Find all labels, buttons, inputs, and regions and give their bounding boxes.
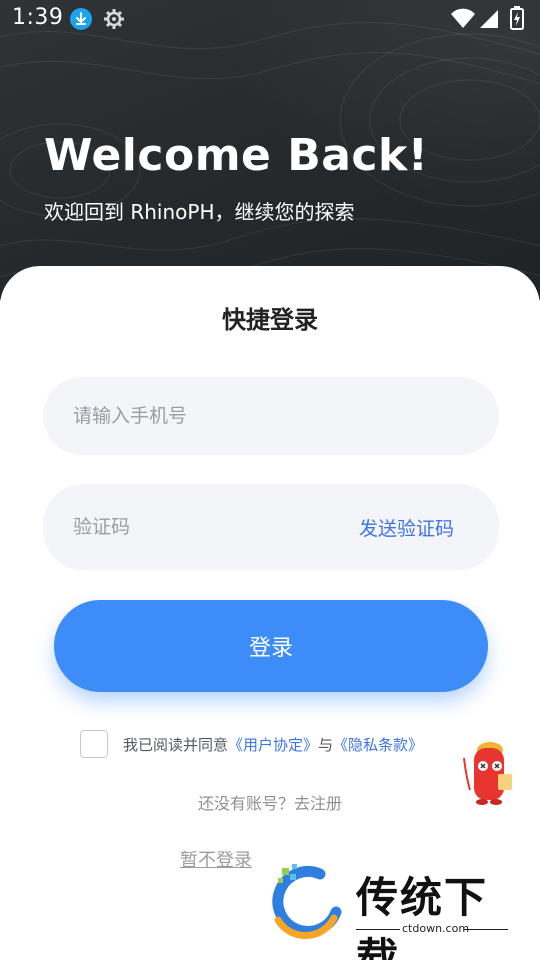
agreement-conjunction: 与 (318, 735, 334, 754)
privacy-policy-link[interactable]: 《隐私条款》 (333, 736, 423, 754)
agreement-prefix: 我已阅读并同意 (123, 735, 229, 754)
wifi-icon (450, 8, 500, 34)
login-title: 快捷登录 (222, 306, 318, 334)
watermark: 传统下载 ctdown.com (268, 862, 518, 960)
agreement-text: 我已阅读并同意《用户协定》与《隐私条款》 (123, 734, 423, 755)
agreement-checkbox[interactable] (80, 730, 108, 758)
register-link[interactable]: 还没有账号？去注册 (0, 790, 540, 814)
watermark-text: 传统下载 (356, 873, 489, 960)
welcome-subtitle: 欢迎回到 RhinoPH，继续您的探索 (44, 200, 355, 224)
user-agreement-link[interactable]: 《用户协定》 (228, 736, 318, 754)
divider (464, 929, 508, 930)
watermark-url: ctdown.com (402, 922, 470, 935)
watermark-logo-icon (272, 864, 342, 940)
battery-icon (510, 6, 524, 34)
status-time: 1:39 (12, 5, 64, 30)
hero-banner: 1:39 Welcome Back! 欢迎回到 RhinoPH，继续您的探索 (0, 0, 540, 300)
skip-login-link[interactable]: 暂不登录 (180, 846, 252, 872)
login-button[interactable]: 登录 (54, 600, 488, 692)
welcome-title: Welcome Back! (44, 130, 429, 181)
code-input[interactable] (73, 484, 373, 570)
code-field: 发送验证码 (43, 484, 499, 570)
gear-icon (102, 7, 126, 35)
divider (356, 929, 400, 930)
agreement-row: 我已阅读并同意《用户协定》与《隐私条款》 (80, 730, 423, 758)
phone-field (43, 377, 499, 455)
send-code-button[interactable]: 发送验证码 (359, 484, 454, 570)
phone-input[interactable] (73, 377, 373, 455)
red-envelope-mascot-icon (463, 742, 512, 805)
download-icon (70, 8, 92, 30)
status-bar: 1:39 (0, 0, 540, 38)
